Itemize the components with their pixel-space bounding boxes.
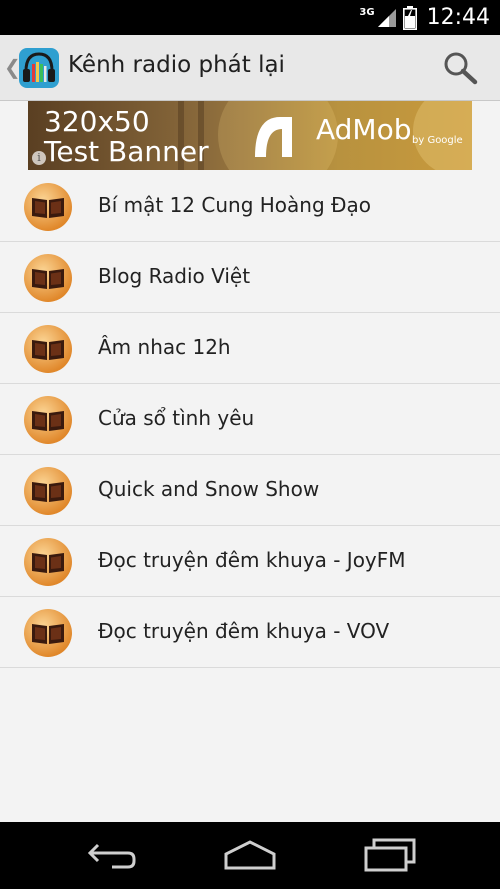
list-item[interactable]: Quick and Snow Show <box>0 455 500 526</box>
admob-brand-text: AdMob <box>316 113 412 146</box>
navigation-bar <box>0 822 500 889</box>
ad-headline: 320x50 <box>44 105 150 138</box>
status-clock: 12:44 <box>426 5 490 30</box>
station-label: Bí mật 12 Cung Hoàng Đạo <box>98 193 371 217</box>
status-bar: 3G 12:44 <box>0 0 500 35</box>
back-icon[interactable] <box>82 836 138 874</box>
admob-by-text: by Google <box>412 135 463 146</box>
station-label: Quick and Snow Show <box>98 477 320 501</box>
list-item[interactable]: Blog Radio Việt <box>0 242 500 313</box>
home-icon[interactable] <box>222 836 278 874</box>
search-icon[interactable] <box>441 50 479 86</box>
station-label: Blog Radio Việt <box>98 264 251 288</box>
signal-icon <box>377 8 396 27</box>
station-label: Âm nhac 12h <box>98 335 231 359</box>
book-icon <box>24 325 72 373</box>
ad-banner[interactable]: 320x50 Test Banner AdMob by Google i <box>28 101 472 170</box>
station-label: Cửa sổ tình yêu <box>98 406 255 430</box>
page-title: Kênh radio phát lại <box>68 52 285 78</box>
book-icon <box>24 254 72 302</box>
list-item[interactable]: Đọc truyện đêm khuya - JoyFM <box>0 526 500 597</box>
book-icon <box>24 467 72 515</box>
list-item[interactable]: Âm nhac 12h <box>0 313 500 384</box>
recents-icon[interactable] <box>362 836 418 874</box>
battery-icon <box>402 5 417 30</box>
station-list: Bí mật 12 Cung Hoàng Đạo Blog Radio Việt… <box>0 171 500 668</box>
list-item[interactable]: Bí mật 12 Cung Hoàng Đạo <box>0 171 500 242</box>
list-item[interactable]: Cửa sổ tình yêu <box>0 384 500 455</box>
admob-logo-icon <box>255 117 292 157</box>
station-label: Đọc truyện đêm khuya - JoyFM <box>98 548 406 572</box>
network-type-label: 3G <box>359 7 375 18</box>
action-bar: ❮ Kênh radio phát lại <box>0 35 500 101</box>
radio-headphones-icon[interactable] <box>18 47 60 89</box>
book-icon <box>24 609 72 657</box>
book-icon <box>24 183 72 231</box>
book-icon <box>24 538 72 586</box>
list-item[interactable]: Đọc truyện đêm khuya - VOV <box>0 597 500 668</box>
info-icon[interactable]: i <box>32 151 46 165</box>
status-indicators: 3G 12:44 <box>359 0 490 35</box>
book-icon <box>24 396 72 444</box>
station-label: Đọc truyện đêm khuya - VOV <box>98 619 390 643</box>
ad-subheadline: Test Banner <box>44 135 209 168</box>
